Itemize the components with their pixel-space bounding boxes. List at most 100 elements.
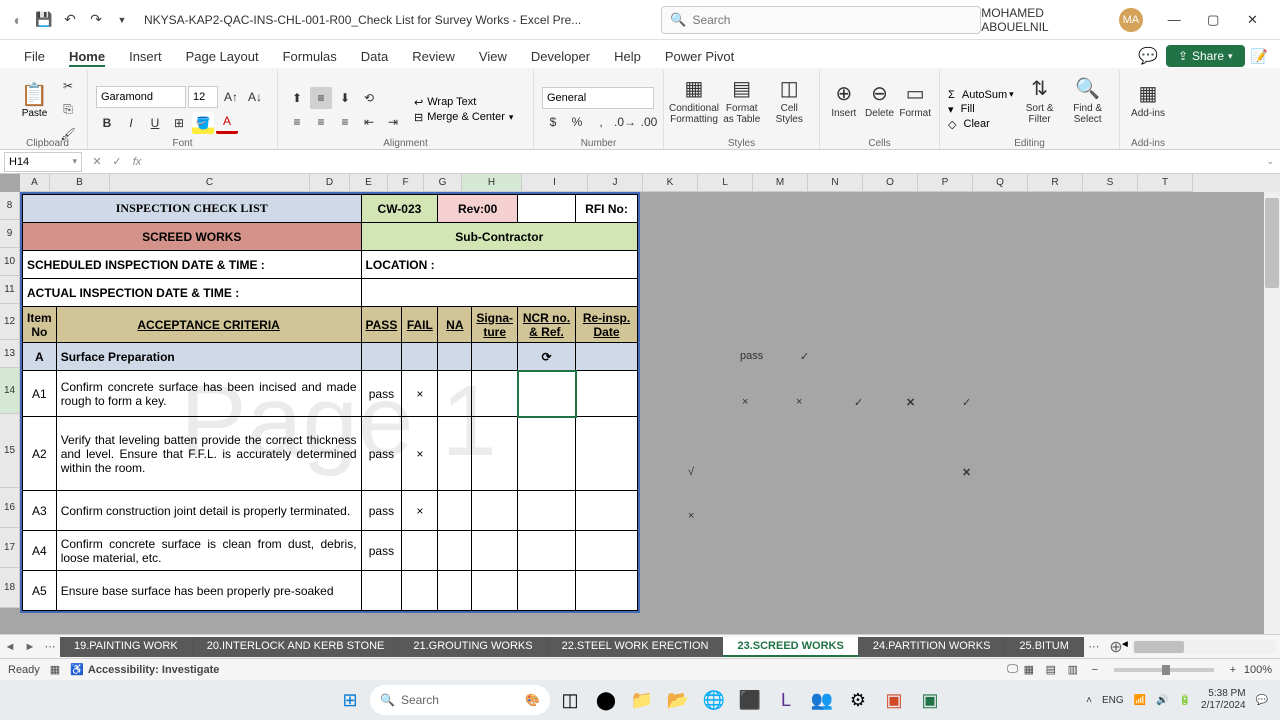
teams-button[interactable]: 👥	[806, 684, 838, 716]
copilot-button[interactable]: ⬤	[590, 684, 622, 716]
fill-color-button[interactable]: 🪣	[192, 112, 214, 134]
signature-header[interactable]: Signa-ture	[472, 307, 518, 343]
float-pass[interactable]: pass	[740, 350, 763, 362]
display-settings[interactable]: 🖵	[1007, 663, 1018, 676]
tab-review[interactable]: Review	[400, 45, 467, 68]
col-header-F[interactable]: F	[388, 174, 424, 192]
col-header-N[interactable]: N	[808, 174, 863, 192]
tab-insert[interactable]: Insert	[117, 45, 174, 68]
formula-input[interactable]	[152, 156, 1266, 168]
tab-file[interactable]: File	[12, 45, 57, 68]
start-button[interactable]: ⊞	[334, 684, 366, 716]
rfi-cell[interactable]: RFI No:	[576, 195, 638, 223]
align-bottom-button[interactable]: ⬇	[334, 87, 356, 109]
item-text[interactable]: Confirm concrete surface has been incise…	[56, 371, 361, 417]
merge-center-button[interactable]: ⊟Merge & Center▾	[414, 111, 513, 124]
decrease-decimal-button[interactable]: .00	[638, 111, 660, 133]
col-header-L[interactable]: L	[698, 174, 753, 192]
item-reinsp[interactable]	[576, 531, 638, 571]
float-xb2[interactable]: ✕	[962, 466, 971, 479]
item-reinsp[interactable]	[576, 417, 638, 491]
minimize-button[interactable]: —	[1155, 0, 1194, 40]
currency-button[interactable]: $	[542, 111, 564, 133]
qat-dropdown-icon[interactable]: ▼	[112, 10, 132, 30]
item-no[interactable]: A2	[23, 417, 57, 491]
item-text[interactable]: Confirm concrete surface is clean from d…	[56, 531, 361, 571]
increase-font-button[interactable]: A↑	[220, 86, 242, 108]
col-header-C[interactable]: C	[110, 174, 310, 192]
align-center-button[interactable]: ≡	[310, 111, 332, 133]
copy-button[interactable]: ⎘	[57, 99, 79, 121]
tray-wifi-icon[interactable]: 📶	[1134, 695, 1146, 706]
save-icon[interactable]: 💾	[34, 10, 54, 30]
table-row[interactable]: A3 Confirm construction joint detail is …	[23, 491, 638, 531]
tab-help[interactable]: Help	[602, 45, 653, 68]
item-na[interactable]	[438, 491, 472, 531]
location-cell[interactable]: LOCATION :	[361, 251, 637, 279]
item-fail[interactable]: ×	[402, 417, 438, 491]
item-sig[interactable]	[472, 531, 518, 571]
row-header-9[interactable]: 9	[0, 220, 20, 248]
percent-button[interactable]: %	[566, 111, 588, 133]
folder-button[interactable]: 📂	[662, 684, 694, 716]
itemno-header[interactable]: Item No	[23, 307, 57, 343]
item-sig[interactable]	[472, 571, 518, 611]
item-na[interactable]	[438, 417, 472, 491]
format-as-table-button[interactable]: ▤Format as Table	[720, 72, 764, 128]
table-row[interactable]: A2Verify that leveling batten provide th…	[23, 417, 638, 491]
col-header-R[interactable]: R	[1028, 174, 1083, 192]
sheet-tab[interactable]: 22.STEEL WORK ERECTION	[548, 637, 724, 657]
row-header-12[interactable]: 12	[0, 304, 20, 340]
item-no[interactable]: A4	[23, 531, 57, 571]
share-button[interactable]: ⇪ Share ▾	[1166, 45, 1245, 67]
float-x1[interactable]: ×	[742, 396, 748, 408]
reinsp-header[interactable]: Re-insp. Date	[576, 307, 638, 343]
col-header-K[interactable]: K	[643, 174, 698, 192]
sheet-tab[interactable]: 25.BITUM	[1005, 637, 1084, 657]
item-pass[interactable]: pass	[361, 531, 402, 571]
search-input[interactable]	[692, 13, 972, 27]
item-sig[interactable]	[472, 417, 518, 491]
outlook-button[interactable]: ⬛	[734, 684, 766, 716]
section-a-label[interactable]: Surface Preparation	[56, 343, 361, 371]
addins-button[interactable]: ▦Add-ins	[1128, 72, 1168, 128]
item-na[interactable]	[438, 531, 472, 571]
tab-formulas[interactable]: Formulas	[271, 45, 349, 68]
float-check[interactable]: ✓	[800, 350, 809, 363]
col-header-D[interactable]: D	[310, 174, 350, 192]
col-header-B[interactable]: B	[50, 174, 110, 192]
user-name[interactable]: MOHAMED ABOUELNIL	[981, 6, 1111, 34]
autosum-button[interactable]: Σ AutoSum▾	[948, 89, 1014, 101]
tray-clock[interactable]: 5:38 PM 2/17/2024	[1201, 688, 1246, 712]
align-middle-button[interactable]: ≡	[310, 87, 332, 109]
zoom-level[interactable]: 100%	[1244, 664, 1272, 676]
fill-button[interactable]: ▾ Fill	[948, 103, 1014, 116]
tray-notifications-icon[interactable]: 💬	[1256, 695, 1268, 706]
sheet-tab[interactable]: 24.PARTITION WORKS	[859, 637, 1006, 657]
na-header[interactable]: NA	[438, 307, 472, 343]
item-pass[interactable]: pass	[361, 417, 402, 491]
col-header-Q[interactable]: Q	[973, 174, 1028, 192]
wrap-text-button[interactable]: ↩Wrap Text	[414, 96, 513, 109]
close-button[interactable]: ✕	[1233, 0, 1272, 40]
decrease-indent-button[interactable]: ⇤	[358, 111, 380, 133]
item-pass[interactable]: pass	[361, 371, 402, 417]
find-select-button[interactable]: 🔍Find & Select	[1066, 72, 1110, 128]
increase-decimal-button[interactable]: .0→	[614, 111, 636, 133]
tray-lang[interactable]: ENG	[1102, 695, 1124, 706]
align-right-button[interactable]: ≡	[334, 111, 356, 133]
item-na[interactable]	[438, 571, 472, 611]
sheet-nav-next[interactable]: ►	[20, 637, 40, 657]
paste-button[interactable]: 📋 Paste	[16, 72, 53, 128]
tab-page-layout[interactable]: Page Layout	[174, 45, 271, 68]
col-header-A[interactable]: A	[20, 174, 50, 192]
col-header-T[interactable]: T	[1138, 174, 1193, 192]
subcon-cell[interactable]: Sub-Contractor	[361, 223, 637, 251]
decrease-font-button[interactable]: A↓	[244, 86, 266, 108]
font-color-button[interactable]: A	[216, 112, 238, 134]
accessibility-status[interactable]: Accessibility: Investigate	[88, 664, 219, 676]
float-x3[interactable]: ×	[688, 510, 694, 522]
col-header-H[interactable]: H	[462, 174, 522, 192]
bold-button[interactable]: B	[96, 112, 118, 134]
checklist-title[interactable]: INSPECTION CHECK LIST	[23, 195, 362, 223]
